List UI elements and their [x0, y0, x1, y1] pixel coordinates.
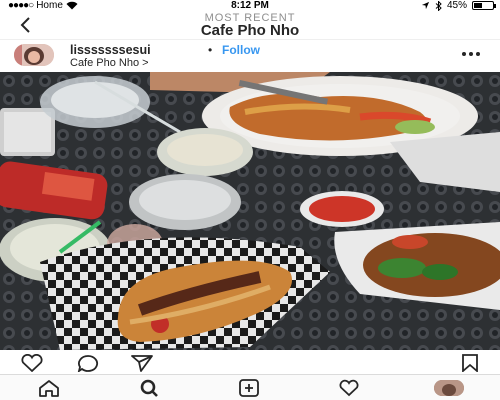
- share-icon[interactable]: [130, 354, 154, 372]
- food-photo-illustration: [0, 72, 500, 350]
- location-link[interactable]: Cafe Pho Nho >: [70, 57, 149, 69]
- bluetooth-icon: [435, 0, 442, 11]
- add-post-icon[interactable]: [238, 379, 260, 397]
- battery-fill: [474, 3, 483, 8]
- heart-icon[interactable]: [20, 354, 44, 372]
- location-icon: [421, 1, 430, 10]
- more-dots-icon[interactable]: [462, 52, 480, 56]
- bookmark-icon[interactable]: [458, 354, 482, 372]
- separator-dot: •: [208, 43, 213, 57]
- header: MOST RECENT Cafe Pho Nho: [0, 11, 500, 39]
- status-right: 45%: [421, 0, 496, 11]
- post-header: lisssssssesui • Follow Cafe Pho Nho >: [0, 39, 500, 72]
- comment-icon[interactable]: [76, 354, 100, 372]
- username[interactable]: lisssssssesui: [70, 43, 151, 57]
- page-title[interactable]: Cafe Pho Nho: [0, 22, 500, 39]
- status-bar: ●●●●○ Home 8:12 PM 45%: [0, 0, 500, 11]
- avatar[interactable]: [14, 44, 54, 66]
- home-icon[interactable]: [38, 379, 60, 397]
- search-icon[interactable]: [139, 379, 161, 397]
- tab-bar: [0, 374, 500, 400]
- follow-button[interactable]: Follow: [222, 43, 260, 57]
- activity-heart-icon[interactable]: [338, 379, 360, 397]
- battery-icon: [472, 1, 496, 10]
- post-photo[interactable]: [0, 72, 500, 350]
- battery-percent: 45%: [446, 0, 467, 11]
- post-actions: [0, 352, 500, 374]
- profile-avatar[interactable]: [434, 380, 464, 396]
